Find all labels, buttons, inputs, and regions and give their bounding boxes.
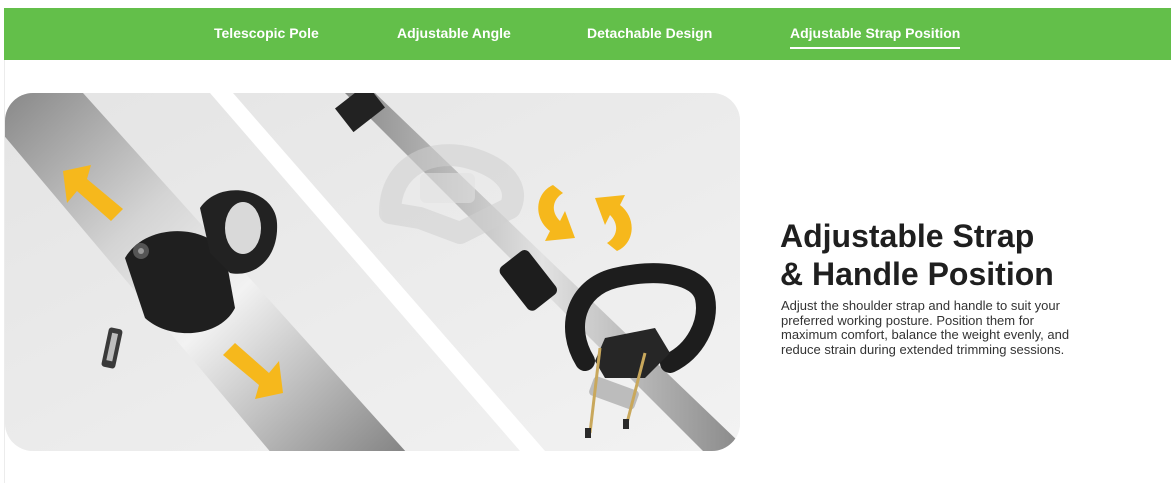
product-image bbox=[5, 93, 740, 451]
page: Telescopic Pole Adjustable Angle Detacha… bbox=[0, 0, 1171, 483]
tab-adjustable-strap-position[interactable]: Adjustable Strap Position bbox=[790, 8, 961, 60]
feature-title-line-2: & Handle Position bbox=[780, 255, 1054, 292]
product-illustration bbox=[5, 93, 740, 451]
feature-title: Adjustable Strap & Handle Position bbox=[780, 217, 1140, 293]
feature-description: Adjust the shoulder strap and handle to … bbox=[781, 298, 1070, 357]
feature-tab-bar: Telescopic Pole Adjustable Angle Detacha… bbox=[4, 8, 1171, 60]
tab-telescopic-pole[interactable]: Telescopic Pole bbox=[214, 8, 319, 60]
feature-title-line-1: Adjustable Strap bbox=[780, 217, 1035, 254]
tab-detachable-design[interactable]: Detachable Design bbox=[587, 8, 712, 60]
tab-adjustable-angle[interactable]: Adjustable Angle bbox=[397, 8, 511, 60]
